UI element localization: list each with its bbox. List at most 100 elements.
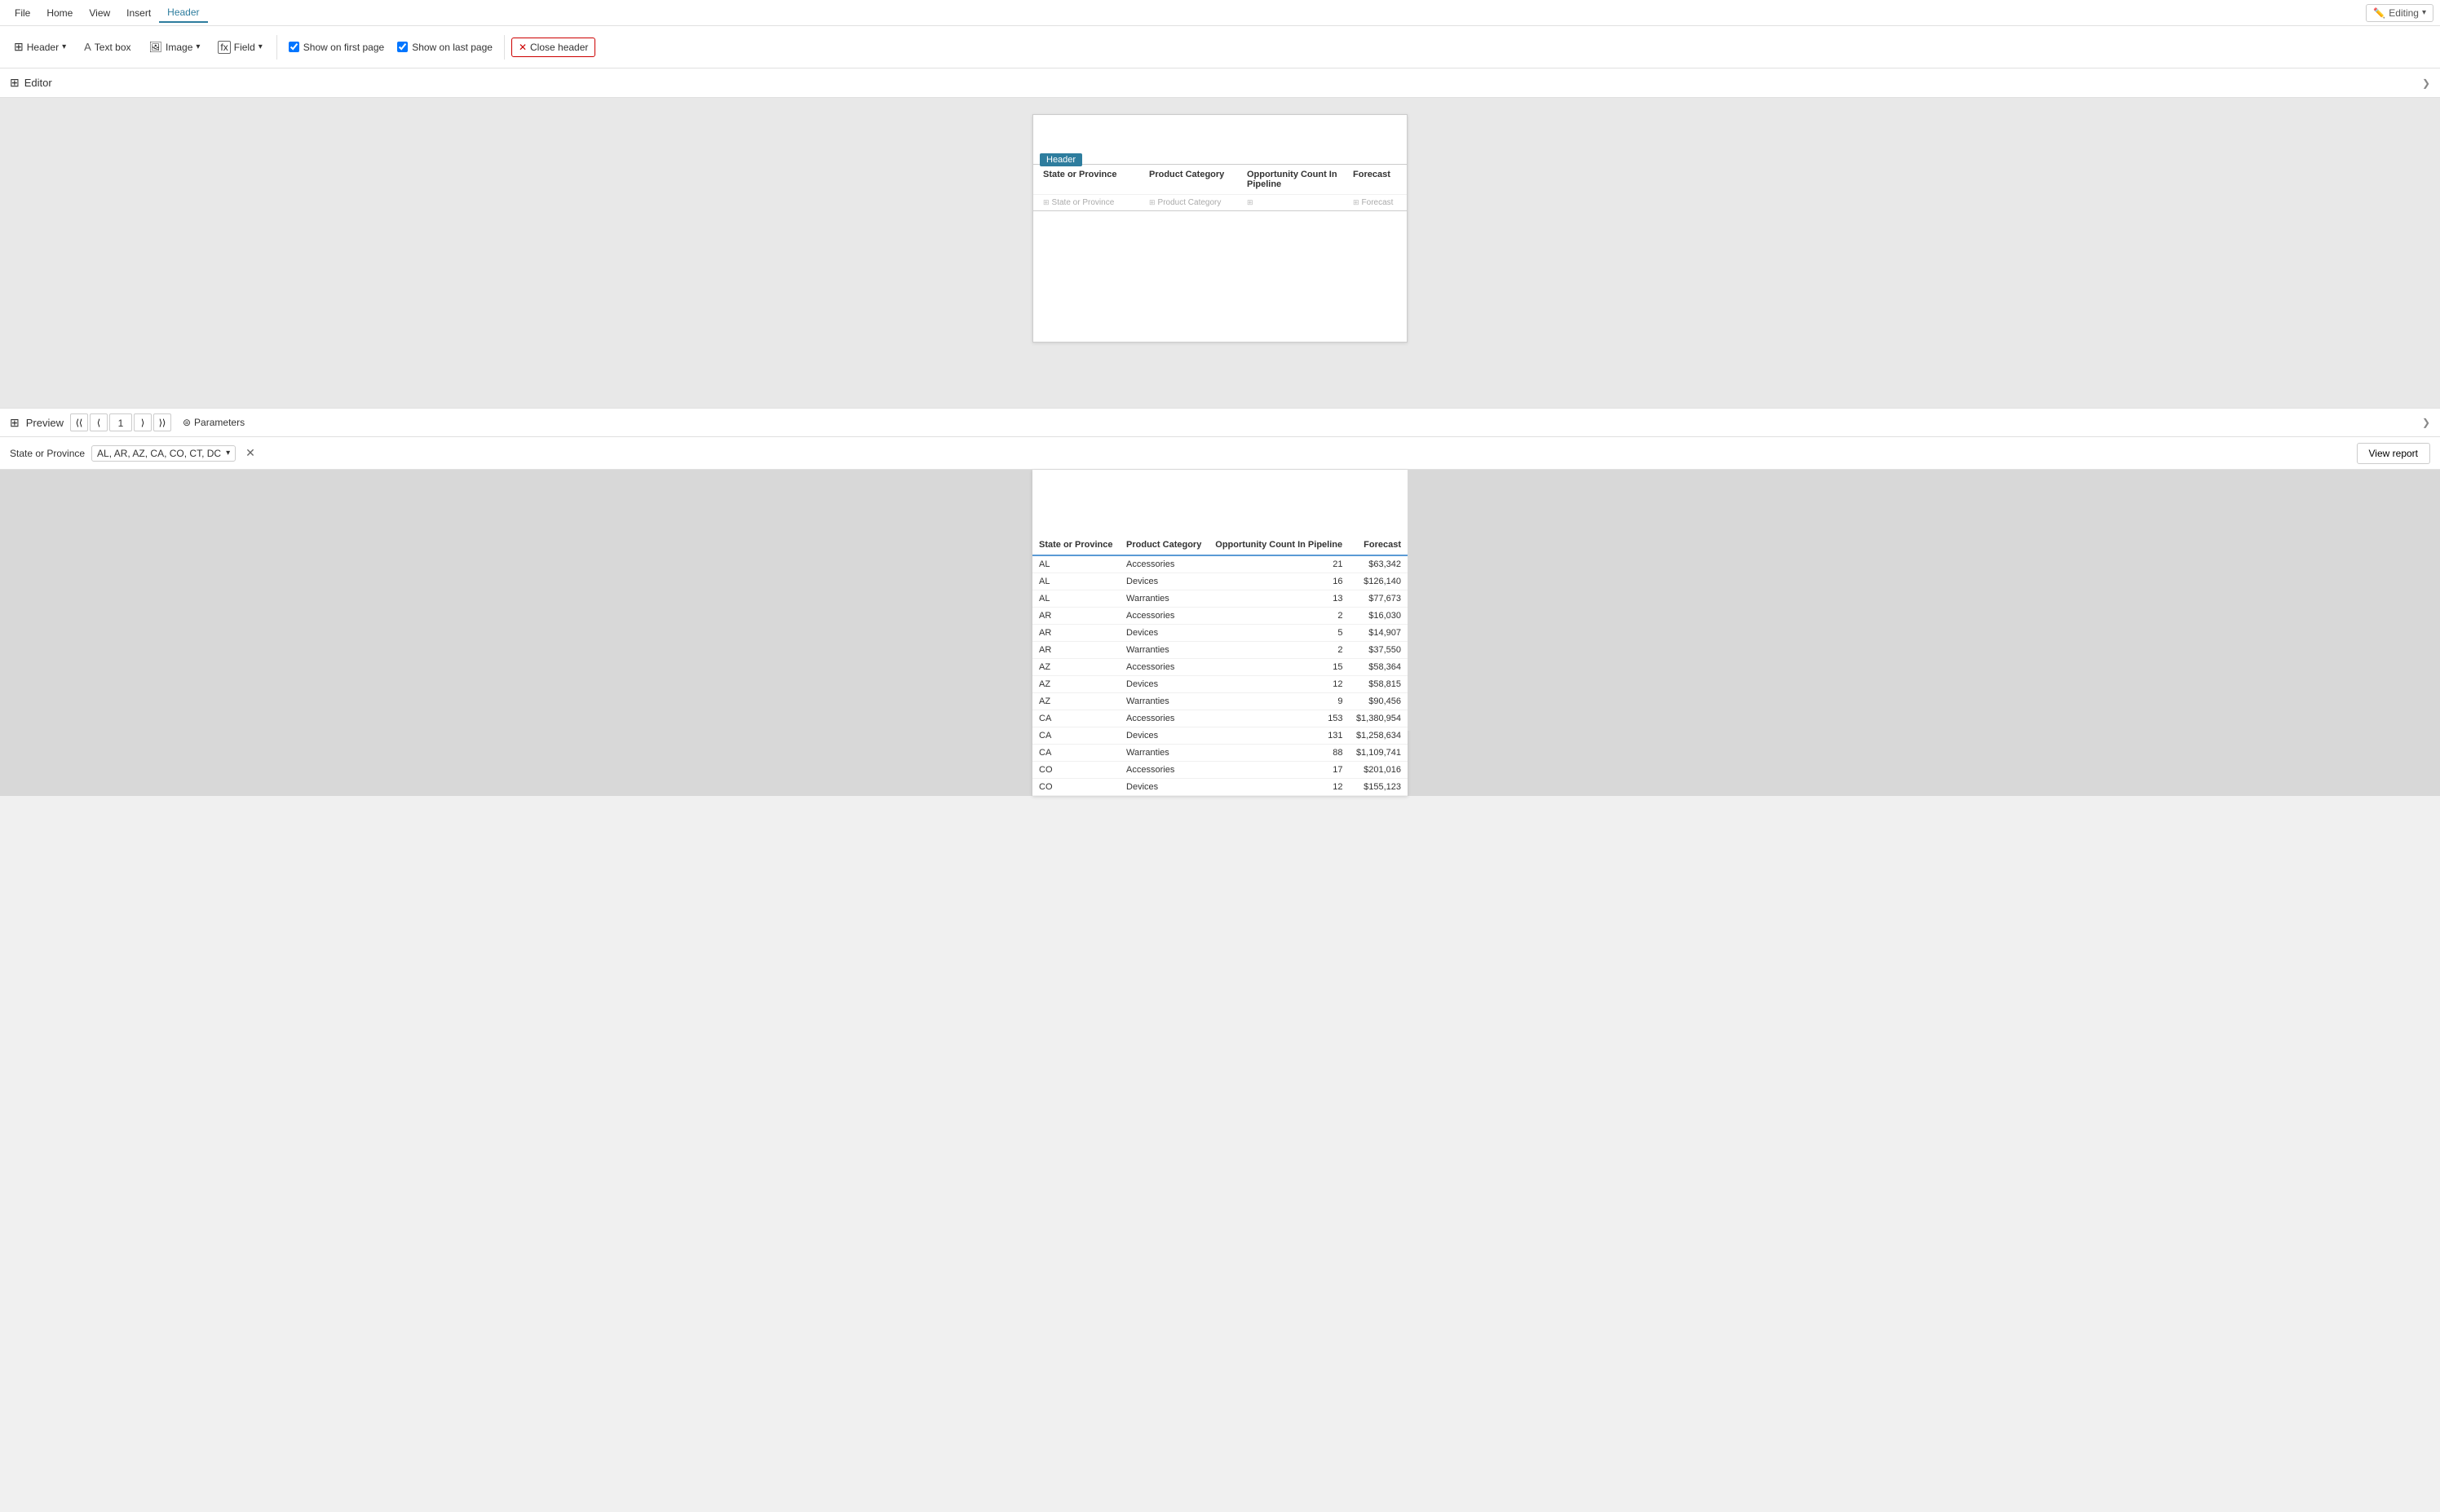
last-page-btn[interactable]: ⟩⟩ bbox=[153, 413, 171, 431]
editor-table-data-row: ⊞ State or Province ⊞ Product Category ⊞… bbox=[1033, 194, 1407, 210]
table-row: ALDevices16$126,140 bbox=[1032, 573, 1408, 590]
cell-state-label: State or Province bbox=[1052, 198, 1115, 207]
table-row: AZAccessories15$58,364 bbox=[1032, 659, 1408, 676]
preview-area: State or Province Product Category Oppor… bbox=[0, 470, 2440, 796]
header-button[interactable]: ⊞ Header ▾ bbox=[7, 36, 73, 58]
prev-page-btn[interactable]: ⟨ bbox=[90, 413, 108, 431]
state-province-param-value[interactable]: AL, AR, AZ, CA, CO, CT, DC ▾ bbox=[91, 445, 236, 462]
show-first-page-checkbox[interactable] bbox=[289, 42, 299, 52]
image-button[interactable]: 🖼 Image ▾ bbox=[142, 37, 208, 58]
preview-bar: ⊞ Preview ⟨⟨ ⟨ 1 ⟩ ⟩⟩ ⊜ Parameters ❯ bbox=[0, 408, 2440, 437]
header-section: Header State or Province Product Categor… bbox=[1033, 164, 1407, 211]
show-first-page-label: Show on first page bbox=[303, 42, 384, 53]
preview-navigation: ⟨⟨ ⟨ 1 ⟩ ⟩⟩ bbox=[70, 413, 171, 431]
preview-left-pad bbox=[0, 470, 1032, 731]
text-box-icon: A bbox=[84, 41, 91, 53]
table-row: CAWarranties88$1,109,741 bbox=[1032, 745, 1408, 762]
table-cell-currency: $1,258,634 bbox=[1350, 727, 1408, 745]
editing-badge[interactable]: ✏️ Editing ▾ bbox=[2366, 4, 2433, 22]
close-icon: ✕ bbox=[519, 42, 527, 53]
table-cell: AZ bbox=[1032, 659, 1120, 676]
table-cell-numeric: 88 bbox=[1209, 745, 1350, 762]
preview-table: State or Province Product Category Oppor… bbox=[1032, 535, 1408, 796]
field-icon-state: ⊞ bbox=[1043, 198, 1050, 207]
close-header-button[interactable]: ✕ Close header bbox=[511, 38, 595, 57]
table-cell: CO bbox=[1032, 762, 1120, 779]
table-cell: AL bbox=[1032, 573, 1120, 590]
table-row: AZWarranties9$90,456 bbox=[1032, 693, 1408, 710]
editor-table-header: State or Province Product Category Oppor… bbox=[1033, 165, 1407, 194]
page-number[interactable]: 1 bbox=[109, 413, 132, 431]
table-cell-currency: $37,550 bbox=[1350, 642, 1408, 659]
state-province-param-label: State or Province bbox=[10, 448, 85, 459]
image-btn-label: Image bbox=[166, 42, 192, 53]
editor-icon: ⊞ bbox=[10, 76, 20, 90]
table-cell-numeric: 2 bbox=[1209, 642, 1350, 659]
table-cell-currency: $58,815 bbox=[1350, 676, 1408, 693]
table-cell-currency: $77,673 bbox=[1350, 590, 1408, 608]
table-cell: AZ bbox=[1032, 676, 1120, 693]
table-row: CODevices12$155,123 bbox=[1032, 779, 1408, 796]
table-cell-currency: $90,456 bbox=[1350, 693, 1408, 710]
table-cell: Accessories bbox=[1120, 710, 1209, 727]
table-cell: AR bbox=[1032, 625, 1120, 642]
menu-header[interactable]: Header bbox=[159, 3, 207, 23]
first-page-btn[interactable]: ⟨⟨ bbox=[70, 413, 88, 431]
show-last-page-checkbox-label[interactable]: Show on last page bbox=[392, 38, 497, 56]
parameters-button[interactable]: ⊜ Parameters bbox=[178, 415, 250, 430]
chevron-down-icon-param: ▾ bbox=[226, 449, 230, 458]
table-cell: Accessories bbox=[1120, 555, 1209, 573]
text-box-button[interactable]: A Text box bbox=[77, 37, 138, 57]
param-value-text: AL, AR, AZ, CA, CO, CT, DC bbox=[97, 448, 221, 459]
field-icon-product: ⊞ bbox=[1149, 198, 1156, 207]
table-cell-numeric: 5 bbox=[1209, 625, 1350, 642]
table-cell-currency: $126,140 bbox=[1350, 573, 1408, 590]
table-cell-numeric: 13 bbox=[1209, 590, 1350, 608]
table-cell-numeric: 2 bbox=[1209, 608, 1350, 625]
preview-bar-expand-icon[interactable]: ❯ bbox=[2422, 417, 2430, 428]
ribbon-separator-1 bbox=[276, 35, 277, 60]
table-cell-numeric: 12 bbox=[1209, 676, 1350, 693]
preview-header-row: State or Province Product Category Oppor… bbox=[1032, 535, 1408, 555]
table-cell: Devices bbox=[1120, 573, 1209, 590]
editing-label: Editing bbox=[2389, 7, 2419, 19]
clear-params-button[interactable]: ✕ bbox=[242, 446, 259, 460]
th-forecast: Forecast bbox=[1350, 535, 1408, 555]
cell-forecast-label: Forecast bbox=[1362, 198, 1394, 207]
menu-home[interactable]: Home bbox=[38, 4, 81, 22]
editor-area: Header State or Province Product Categor… bbox=[0, 98, 2440, 408]
col-product: Product Category bbox=[1146, 168, 1244, 191]
next-page-btn[interactable]: ⟩ bbox=[134, 413, 152, 431]
table-cell: AR bbox=[1032, 642, 1120, 659]
chevron-down-icon-field: ▾ bbox=[259, 42, 263, 51]
image-icon: 🖼 bbox=[149, 41, 163, 54]
show-first-page-checkbox-label[interactable]: Show on first page bbox=[284, 38, 389, 56]
table-cell: Warranties bbox=[1120, 590, 1209, 608]
menu-file[interactable]: File bbox=[7, 4, 38, 22]
preview-top-space bbox=[1032, 470, 1408, 535]
preview-canvas: State or Province Product Category Oppor… bbox=[1032, 470, 1408, 796]
view-report-button[interactable]: View report bbox=[2357, 443, 2430, 464]
chevron-down-icon: ▾ bbox=[2422, 8, 2426, 17]
menu-insert[interactable]: Insert bbox=[118, 4, 159, 22]
field-button[interactable]: fx Field ▾ bbox=[210, 37, 269, 58]
show-last-page-checkbox[interactable] bbox=[397, 42, 408, 52]
table-cell: CO bbox=[1032, 779, 1120, 796]
header-btn-label: Header bbox=[27, 42, 59, 53]
th-product: Product Category bbox=[1120, 535, 1209, 555]
section-bar-expand-icon[interactable]: ❯ bbox=[2422, 77, 2430, 89]
table-cell-currency: $14,907 bbox=[1350, 625, 1408, 642]
filter-icon: ⊜ bbox=[183, 417, 191, 428]
menu-view[interactable]: View bbox=[81, 4, 118, 22]
params-bar: State or Province AL, AR, AZ, CA, CO, CT… bbox=[0, 437, 2440, 470]
table-cell: Warranties bbox=[1120, 642, 1209, 659]
table-cell: Devices bbox=[1120, 676, 1209, 693]
table-cell: Devices bbox=[1120, 727, 1209, 745]
pencil-icon: ✏️ bbox=[2373, 7, 2385, 19]
table-cell-numeric: 131 bbox=[1209, 727, 1350, 745]
table-cell-currency: $1,380,954 bbox=[1350, 710, 1408, 727]
col-state: State or Province bbox=[1040, 168, 1146, 191]
table-cell-numeric: 15 bbox=[1209, 659, 1350, 676]
table-cell: AL bbox=[1032, 590, 1120, 608]
table-cell: Devices bbox=[1120, 625, 1209, 642]
